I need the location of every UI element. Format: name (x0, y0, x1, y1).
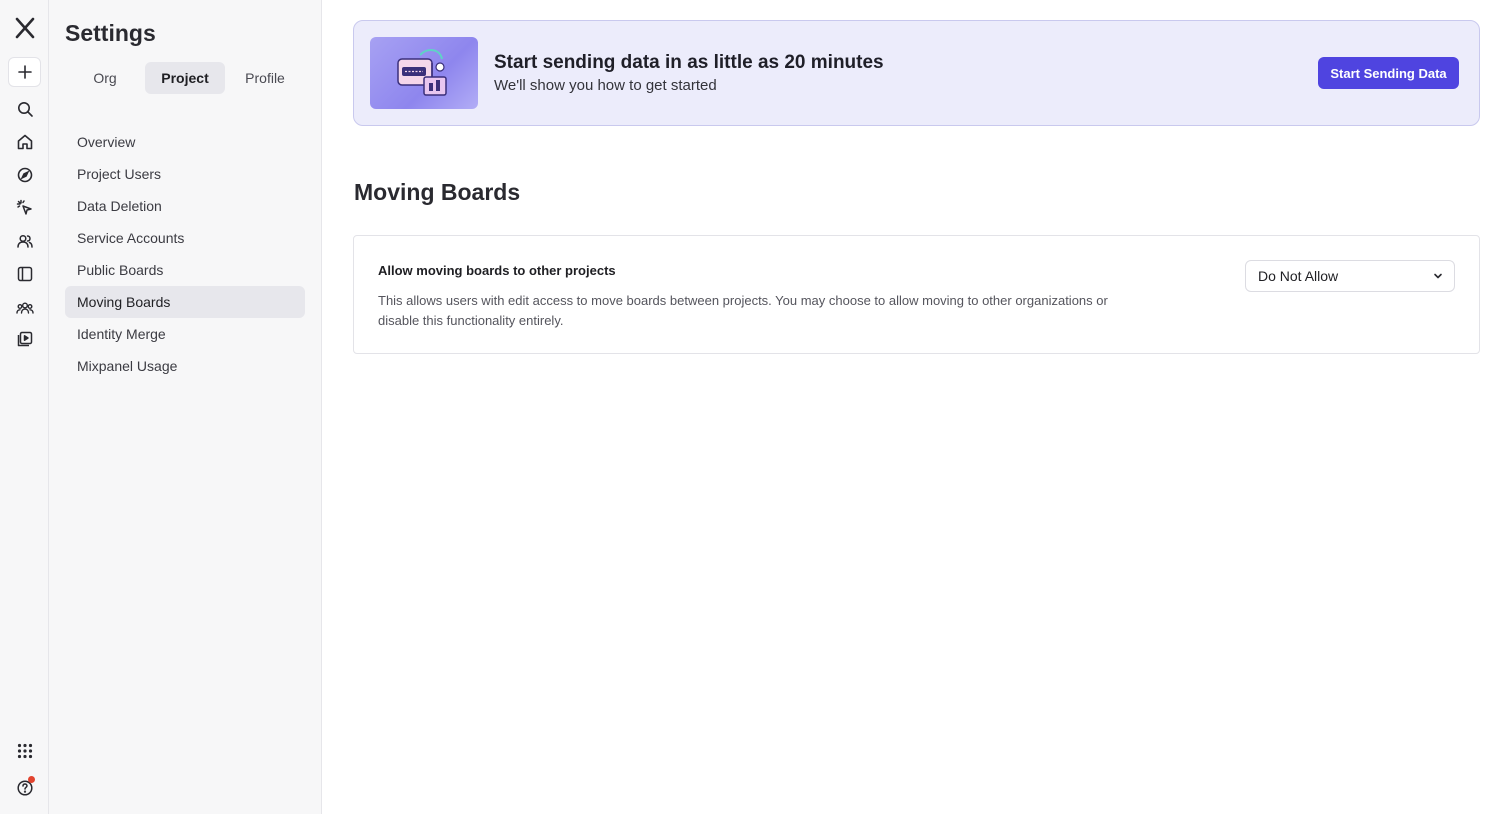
start-sending-data-button[interactable]: Start Sending Data (1318, 57, 1459, 89)
chevron-down-icon (1434, 273, 1442, 279)
mixpanel-logo-icon[interactable] (8, 14, 41, 42)
autocapture-button[interactable] (8, 194, 41, 222)
create-new-button[interactable] (8, 57, 41, 87)
onboarding-banner: Start sending data in as little as 20 mi… (353, 20, 1480, 126)
section-title: Moving Boards (354, 179, 521, 205)
boards-icon (17, 266, 32, 282)
nav-item-service-accounts[interactable]: Service Accounts (65, 222, 305, 254)
setting-card: Allow moving boards to other projects Th… (353, 235, 1480, 354)
nav-item-project-users[interactable]: Project Users (65, 158, 305, 190)
boards-button[interactable] (8, 260, 41, 288)
session-replay-icon (17, 331, 32, 347)
search-button[interactable] (8, 95, 41, 123)
cohorts-icon (15, 302, 34, 314)
nav-item-identity-merge[interactable]: Identity Merge (65, 318, 305, 350)
setting-description: This allows users with edit access to mo… (378, 293, 1108, 328)
apps-grid-button[interactable] (8, 737, 41, 765)
select-value: Do Not Allow (1258, 268, 1339, 284)
users-icon (16, 234, 33, 248)
home-button[interactable] (8, 128, 41, 156)
settings-nav: Overview Project Users Data Deletion Ser… (65, 126, 305, 382)
banner-illustration (370, 37, 478, 109)
settings-tabs: Org Project Profile (65, 62, 305, 94)
nav-item-moving-boards[interactable]: Moving Boards (65, 286, 305, 318)
apps-grid-icon (17, 743, 32, 759)
banner-subtitle: We'll show you how to get started (494, 77, 717, 94)
main-content: Start sending data in as little as 20 mi… (322, 0, 1512, 814)
compass-icon (17, 167, 32, 183)
banner-title: Start sending data in as little as 20 mi… (494, 52, 884, 73)
session-replay-button[interactable] (8, 325, 41, 353)
tab-project[interactable]: Project (145, 62, 225, 94)
plus-icon (17, 65, 32, 79)
nav-item-public-boards[interactable]: Public Boards (65, 254, 305, 286)
users-button[interactable] (8, 227, 41, 255)
nav-item-data-deletion[interactable]: Data Deletion (65, 190, 305, 222)
nav-item-mixpanel-usage[interactable]: Mixpanel Usage (65, 350, 305, 382)
moving-boards-select[interactable]: Do Not Allow (1245, 260, 1455, 292)
cohorts-button[interactable] (8, 294, 41, 322)
home-icon (17, 134, 32, 150)
tab-org[interactable]: Org (65, 62, 145, 94)
search-icon (17, 102, 33, 117)
notification-dot (28, 776, 35, 783)
setting-label: Allow moving boards to other projects (378, 263, 616, 278)
nav-item-overview[interactable]: Overview (65, 126, 305, 158)
tab-profile[interactable]: Profile (225, 62, 305, 94)
settings-title: Settings (65, 20, 156, 46)
settings-panel: Settings Org Project Profile Overview Pr… (49, 0, 322, 814)
sparkle-cursor-icon (16, 199, 32, 215)
icon-rail (0, 0, 49, 814)
discover-button[interactable] (8, 161, 41, 189)
help-button[interactable] (8, 774, 41, 802)
